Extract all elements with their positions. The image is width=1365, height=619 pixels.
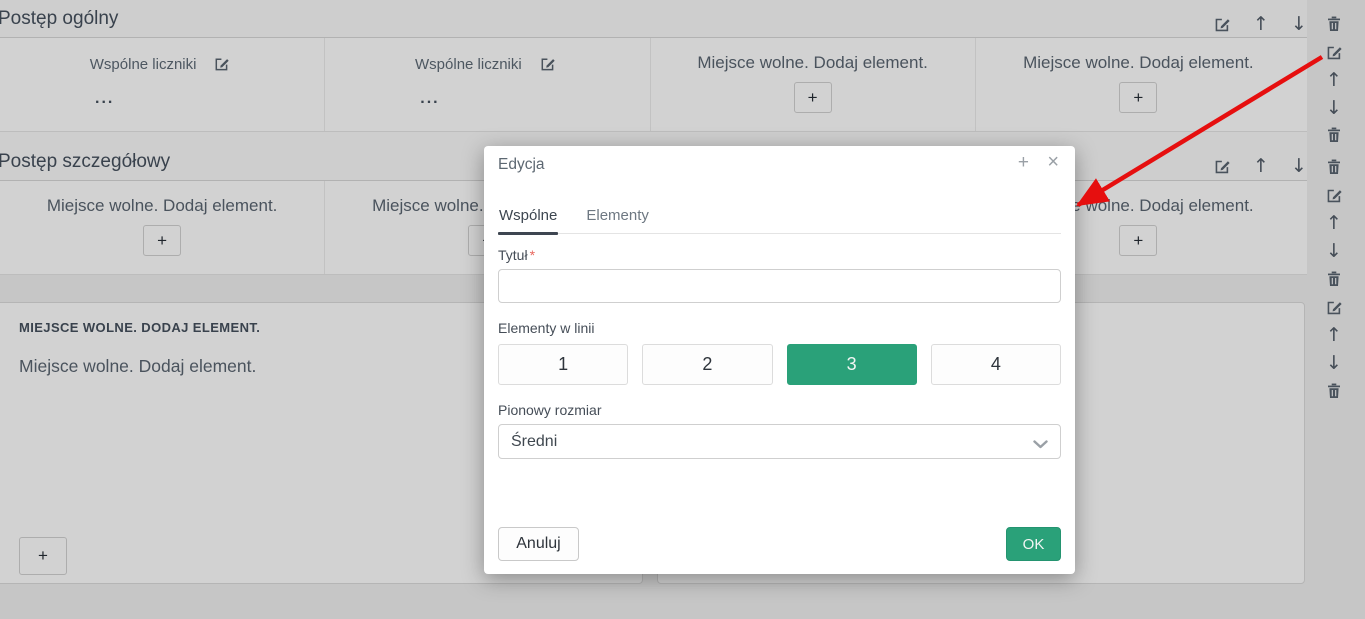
arrow-down-icon[interactable]: ↓ (1322, 351, 1346, 375)
arrow-up-icon[interactable]: ↑ (1249, 154, 1273, 178)
inline-count-option-4[interactable]: 4 (931, 344, 1061, 385)
trash-icon[interactable] (1322, 155, 1346, 179)
arrow-up-icon[interactable]: ↑ (1322, 68, 1346, 92)
free-slot-label: Miejsce wolne. Dodaj element. (19, 356, 256, 377)
inline-count-label: Elementy w linii (498, 320, 1061, 336)
tab-elementy[interactable]: Elementy (585, 202, 650, 233)
dialog-footer: Anuluj OK (498, 527, 1061, 561)
arrow-up-icon[interactable]: ↑ (1249, 12, 1273, 36)
free-slot-label: Miejsce wolne. Dodaj element. (697, 53, 928, 73)
cell-ellipsis[interactable]: ... (420, 90, 439, 108)
dialog-title: Edycja (498, 156, 545, 174)
add-element-button[interactable]: + (1119, 225, 1157, 256)
edit-icon[interactable] (536, 52, 560, 76)
chevron-down-icon (1033, 436, 1048, 454)
vertical-size-label: Pionowy rozmiar (498, 402, 1061, 418)
section-overall-row: Wspólne liczniki ... Wspólne liczniki ..… (0, 38, 1307, 132)
add-element-button[interactable]: + (1119, 82, 1157, 113)
section-header-overall: Postęp ogólny (0, 0, 1307, 38)
dialog-body: Tytuł* Elementy w linii 1 2 3 4 Pionowy … (484, 234, 1075, 459)
cancel-button[interactable]: Anuluj (498, 527, 579, 561)
edit-icon[interactable] (1210, 12, 1234, 36)
trash-icon[interactable] (1322, 12, 1346, 36)
edit-icon[interactable] (1322, 183, 1346, 207)
grid-cell-free: Miejsce wolne. Dodaj element. + (976, 38, 1301, 131)
cell-title: Wspólne liczniki (415, 52, 560, 76)
title-input[interactable] (498, 269, 1061, 303)
inline-count-option-1[interactable]: 1 (498, 344, 628, 385)
grid-cell-free: Miejsce wolne. Dodaj element. + (0, 181, 325, 274)
vertical-size-select[interactable]: Średni (498, 424, 1061, 459)
edit-icon[interactable] (210, 52, 234, 76)
arrow-up-icon[interactable]: ↑ (1322, 211, 1346, 235)
trash-icon[interactable] (1322, 379, 1346, 403)
arrow-down-icon[interactable]: ↓ (1322, 239, 1346, 263)
arrow-down-icon[interactable]: ↓ (1322, 96, 1346, 120)
dialog-header: Edycja + × (484, 146, 1075, 186)
inline-count-option-3-selected[interactable]: 3 (787, 344, 917, 385)
add-element-button[interactable]: + (794, 82, 832, 113)
arrow-up-icon[interactable]: ↑ (1322, 323, 1346, 347)
section-title: Postęp ogólny (0, 8, 118, 30)
grid-cell-counters-1: Wspólne liczniki ... (0, 38, 325, 131)
add-element-button[interactable]: + (19, 537, 67, 575)
title-field-label: Tytuł* (498, 247, 1061, 263)
edit-dialog: Edycja + × Wspólne Elementy Tytuł* Eleme… (484, 146, 1075, 574)
edit-icon[interactable] (1322, 40, 1346, 64)
cell-title-label: Wspólne liczniki (415, 56, 522, 73)
free-slot-label: Miejsce wolne. Dodaj element. (47, 196, 278, 216)
cell-ellipsis[interactable]: ... (95, 90, 114, 108)
free-slot-label: Miejsce wolne. Dodaj element. (1023, 53, 1254, 73)
dialog-expand-icon[interactable]: + (1018, 152, 1029, 174)
grid-cell-free: Miejsce wolne. Dodaj element. + (651, 38, 976, 131)
trash-icon[interactable] (1322, 267, 1346, 291)
grid-cell-counters-2: Wspólne liczniki ... (325, 38, 650, 131)
dialog-tabs: Wspólne Elementy (498, 202, 1061, 234)
cell-title-label: Wspólne liczniki (90, 56, 197, 73)
cell-title: Wspólne liczniki (90, 52, 235, 76)
inline-count-option-2[interactable]: 2 (642, 344, 772, 385)
required-mark: * (530, 247, 535, 263)
arrow-down-icon[interactable]: ↓ (1287, 12, 1311, 36)
edit-icon[interactable] (1210, 154, 1234, 178)
arrow-down-icon[interactable]: ↓ (1287, 154, 1311, 178)
edit-icon[interactable] (1322, 295, 1346, 319)
free-slot-heading: MIEJSCE WOLNE. DODAJ ELEMENT. (19, 320, 260, 335)
ok-button[interactable]: OK (1006, 527, 1061, 561)
tab-wspolne[interactable]: Wspólne (498, 202, 558, 233)
close-icon[interactable]: × (1047, 151, 1059, 174)
inline-count-options: 1 2 3 4 (498, 344, 1061, 385)
vertical-size-value: Średni (511, 433, 557, 451)
add-element-button[interactable]: + (143, 225, 181, 256)
section-title: Postęp szczegółowy (0, 151, 170, 173)
trash-icon[interactable] (1322, 123, 1346, 147)
